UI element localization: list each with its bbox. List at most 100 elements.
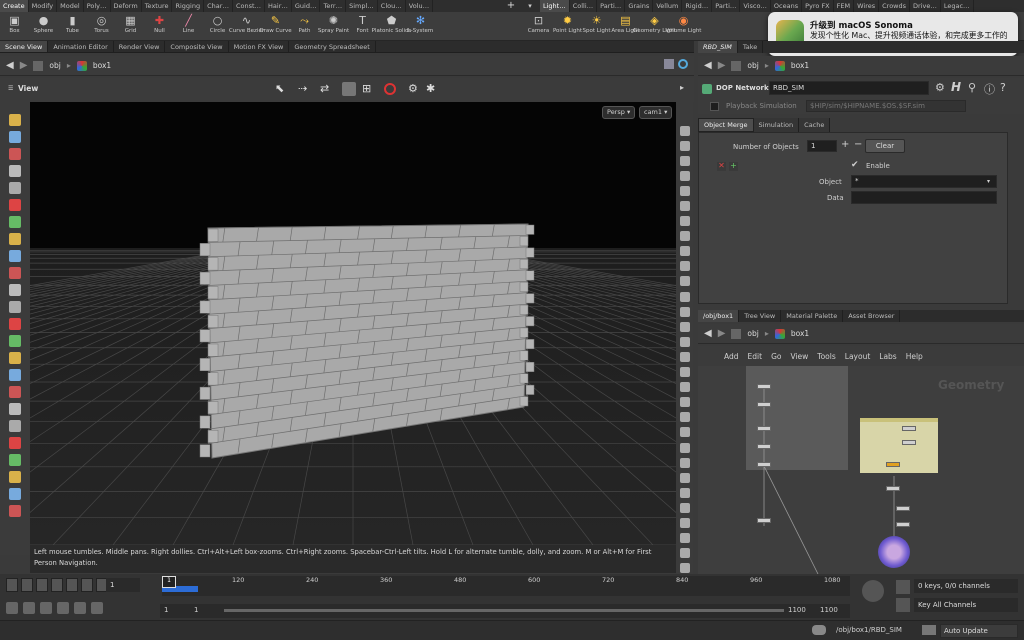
handle-icon[interactable] <box>9 165 21 177</box>
shelf-tab[interactable]: Rigid… <box>682 0 713 12</box>
shelf-tab[interactable]: Drive… <box>910 0 941 12</box>
tool-icon[interactable] <box>9 505 21 517</box>
shelf-tool[interactable]: ▦ Grid <box>116 12 145 41</box>
forward-arrow-icon[interactable]: ▶ <box>20 60 28 71</box>
update-mode-select[interactable]: Auto Update <box>940 624 1018 638</box>
sync-icon[interactable] <box>74 602 86 614</box>
shelf-tab[interactable]: Simpl… <box>346 0 378 12</box>
render-stop-icon[interactable] <box>384 83 396 95</box>
camera-icon[interactable] <box>9 318 21 330</box>
tab-rbd-sim[interactable]: RBD_SIM <box>698 41 738 53</box>
remove-item-icon[interactable]: ✕ <box>717 162 726 171</box>
scene-tab[interactable]: Motion FX View <box>229 41 290 52</box>
display-option-icon[interactable] <box>677 471 692 484</box>
shelf-tool[interactable]: T Font <box>348 12 377 41</box>
range-slider[interactable]: 1 1 1100 1100 <box>160 604 850 618</box>
search-icon[interactable]: ⚲ <box>968 81 976 94</box>
tool-icon[interactable] <box>9 471 21 483</box>
network-node[interactable] <box>757 518 771 523</box>
shelf-tab[interactable]: Crowds <box>879 0 910 12</box>
shelf-tab[interactable]: Deform <box>111 0 142 12</box>
audio-icon[interactable] <box>6 602 18 614</box>
pan-icon[interactable]: ⇄ <box>320 82 329 95</box>
shelf-tab[interactable]: Hair… <box>265 0 292 12</box>
camera-lock-icon[interactable]: ⊞ <box>362 82 371 95</box>
shelf-tab[interactable]: Light… <box>540 0 570 12</box>
subtab-cache[interactable]: Cache <box>799 118 831 132</box>
shelf-tool[interactable]: ◈ Geometry Light <box>633 12 676 41</box>
tool-icon[interactable] <box>9 420 21 432</box>
snap-icon[interactable] <box>9 267 21 279</box>
select-icon[interactable] <box>9 114 21 126</box>
persp-menu[interactable]: Persp ▾ <box>602 106 636 119</box>
playback-checkbox[interactable] <box>710 102 719 111</box>
stop-icon[interactable] <box>51 578 63 592</box>
scene-tab[interactable]: Animation Editor <box>48 41 114 52</box>
brush-icon[interactable] <box>9 233 21 245</box>
display-option-icon[interactable] <box>677 275 692 288</box>
tool-icon[interactable] <box>9 403 21 415</box>
shelf-tool[interactable]: ⤳ Path <box>290 12 319 41</box>
param-forward-icon[interactable]: ▶ <box>718 60 726 71</box>
update-mode-icon[interactable] <box>922 625 936 635</box>
shelf-tab[interactable]: Create <box>0 0 29 12</box>
display-option-icon[interactable] <box>677 366 692 379</box>
shelf-tab[interactable]: Legac… <box>941 0 974 12</box>
node-name-field[interactable]: RBD_SIM <box>769 81 929 95</box>
chat-icon[interactable] <box>812 625 826 635</box>
path-root[interactable]: obj <box>49 61 60 70</box>
network-menu-item[interactable]: Go <box>771 352 781 361</box>
shelf-tab[interactable]: Modify <box>29 0 58 12</box>
network-menu-item[interactable]: View <box>790 352 808 361</box>
loop-icon[interactable] <box>40 602 52 614</box>
shelf-tab[interactable]: Const… <box>233 0 266 12</box>
viewer-options-icon[interactable]: ▸ <box>680 83 684 92</box>
path-node[interactable]: box1 <box>93 61 111 70</box>
display-option-icon[interactable] <box>677 139 692 152</box>
shelf-tool[interactable]: ✹ Point Light <box>553 12 582 41</box>
snapshot-icon[interactable]: ⚙ <box>408 82 418 95</box>
param-path-node[interactable]: box1 <box>791 61 809 70</box>
display-option-icon[interactable] <box>677 547 692 560</box>
shelf-tab[interactable]: Guid… <box>292 0 321 12</box>
prev-key-icon[interactable] <box>21 578 33 592</box>
tool-icon[interactable] <box>9 488 21 500</box>
shelf-tab[interactable]: Rigging <box>172 0 205 12</box>
tab-material-palette[interactable]: Material Palette <box>781 310 844 322</box>
realtime-icon[interactable] <box>23 602 35 614</box>
increase-icon[interactable]: + <box>841 139 849 150</box>
network-node[interactable] <box>757 426 771 431</box>
shelf-tab[interactable]: Parti… <box>597 0 626 12</box>
network-node[interactable] <box>896 506 910 511</box>
scene-tab[interactable]: Geometry Spreadsheet <box>289 41 376 52</box>
add-item-icon[interactable]: + <box>729 162 738 171</box>
shelf-tool[interactable]: ╱ Line <box>174 12 203 41</box>
network-node[interactable] <box>902 426 916 431</box>
network-editor[interactable]: Geometry <box>698 366 1024 574</box>
display-option-icon[interactable] <box>677 290 692 303</box>
display-option-icon[interactable] <box>677 230 692 243</box>
pose-icon[interactable] <box>9 148 21 160</box>
network-node[interactable] <box>757 402 771 407</box>
info-icon[interactable]: ⓘ <box>984 81 995 97</box>
shelf-tab[interactable]: Wires <box>854 0 880 12</box>
network-node[interactable] <box>757 444 771 449</box>
display-option-icon[interactable] <box>677 184 692 197</box>
network-back-icon[interactable]: ◀ <box>704 328 712 339</box>
network-menu-item[interactable]: Add <box>724 352 739 361</box>
network-node[interactable] <box>757 384 771 389</box>
shelf-tool[interactable]: ✎ Draw Curve <box>259 12 291 41</box>
network-path-node[interactable]: box1 <box>791 329 809 338</box>
global-icon[interactable] <box>91 602 103 614</box>
display-option-icon[interactable] <box>677 501 692 514</box>
key-scope-icon[interactable] <box>862 580 884 602</box>
display-option-icon[interactable] <box>677 335 692 348</box>
display-option-icon[interactable] <box>677 215 692 228</box>
shelf-menu-icon[interactable]: ▾ <box>522 0 538 12</box>
scale-icon[interactable] <box>9 216 21 228</box>
view-menu-icon[interactable]: ☰ <box>8 85 13 92</box>
network-node[interactable] <box>896 522 910 527</box>
network-node[interactable] <box>757 462 771 467</box>
shelf-tab[interactable]: Grains <box>625 0 654 12</box>
display-option-icon[interactable] <box>677 456 692 469</box>
